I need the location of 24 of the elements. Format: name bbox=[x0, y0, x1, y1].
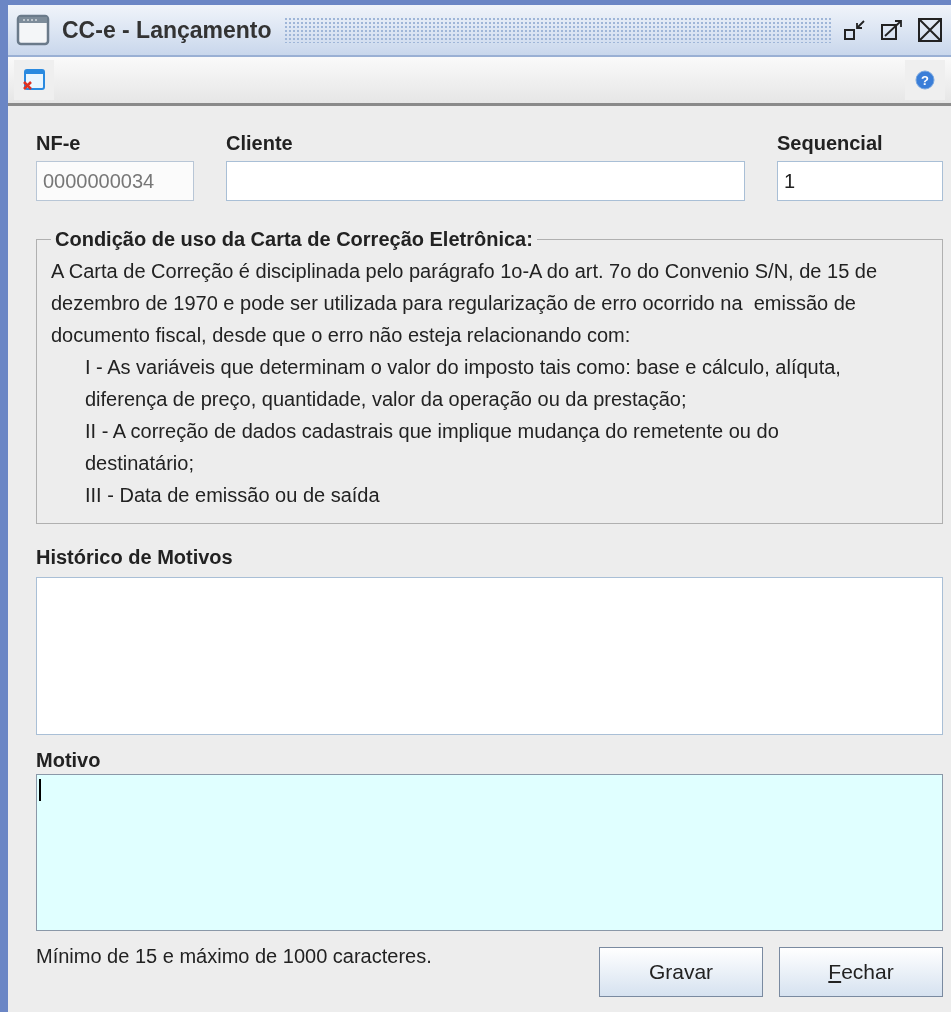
help-button[interactable]: ? bbox=[905, 60, 945, 100]
input-field[interactable] bbox=[226, 161, 745, 201]
conditions-text: A Carta de Correção é disciplinada pelo parágrafo 1o-A do art. 7o do Convenio S/N, de 15 de dezembro de 1970 e pode ser utilizada para regularização de erro ocorrido na emissão de documento fiscal, desde que o erro não esteja relacionando com: bbox=[51, 259, 879, 348]
window-icon bbox=[16, 14, 50, 46]
field-label: Cliente bbox=[226, 132, 294, 155]
close-window-button[interactable] bbox=[14, 60, 54, 100]
panel-title: Condição de uso da Carta de Correção Eletrônica: bbox=[54, 227, 534, 252]
window-title: CC-e - Lançamento bbox=[62, 16, 272, 44]
minimize-icon[interactable] bbox=[843, 18, 867, 42]
help-icon: ? bbox=[915, 70, 935, 90]
condition-item: III - Data de emissão ou de saída bbox=[85, 483, 381, 508]
input-field[interactable]: 1 bbox=[777, 161, 943, 201]
save-button[interactable]: Gravar bbox=[599, 947, 763, 997]
field-label: Sequencial bbox=[777, 132, 884, 155]
window-close-icon bbox=[22, 68, 46, 92]
hint-text: Mínimo de 15 e máximo de 1000 caracteres. bbox=[36, 945, 432, 968]
history-label: Histórico de Motivos bbox=[36, 546, 234, 569]
reason-label: Motivo bbox=[36, 749, 102, 772]
condition-item: I - As variáveis que determinam o valor do imposto tais como: base e cálculo, alíquta, diferença de preço, quantidade, valor da operação ou da prestação; bbox=[85, 355, 842, 412]
field-label: NF-e bbox=[36, 132, 82, 155]
close-icon[interactable] bbox=[917, 17, 943, 43]
maximize-icon[interactable] bbox=[879, 18, 905, 42]
condition-item: II - A correção de dados cadastrais que implique mudança do remetente ou do destinatário; bbox=[85, 419, 780, 476]
close-button[interactable]: Fechar bbox=[779, 947, 943, 997]
